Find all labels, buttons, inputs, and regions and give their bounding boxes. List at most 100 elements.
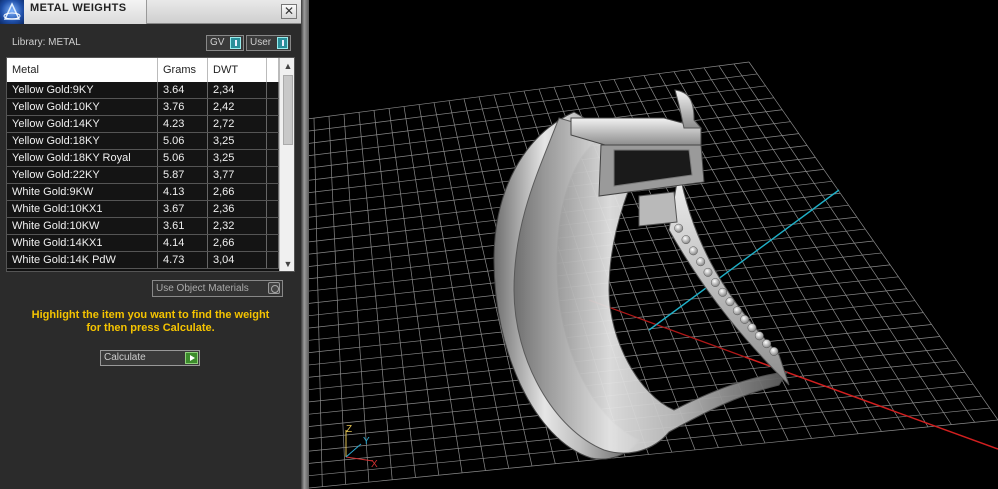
use-object-materials-toggle[interactable]: Use Object Materials xyxy=(152,280,283,297)
cell-extra xyxy=(267,167,279,183)
table-row[interactable]: Yellow Gold:9KY 3.64 2,34 xyxy=(7,82,279,99)
pave-stone xyxy=(732,306,742,316)
close-icon[interactable]: ✕ xyxy=(281,4,297,19)
panel-title: METAL WEIGHTS xyxy=(30,2,127,14)
gv-toggle[interactable]: GV xyxy=(206,35,244,51)
cell-extra xyxy=(267,133,279,149)
table-row[interactable]: Yellow Gold:22KY 5.87 3,77 xyxy=(7,167,279,184)
toggle-switch-icon xyxy=(277,37,288,49)
calculate-label: Calculate xyxy=(104,352,146,363)
cell-extra xyxy=(267,99,279,115)
cell-metal: White Gold:9KW xyxy=(7,184,158,200)
cell-metal: White Gold:14K PdW xyxy=(7,252,158,268)
use-object-materials-label: Use Object Materials xyxy=(156,283,249,294)
cell-grams: 4.23 xyxy=(158,116,208,132)
cell-grams: 3.61 xyxy=(158,218,208,234)
viewport-canvas[interactable]: Z Y X xyxy=(309,0,998,489)
cell-metal: Yellow Gold:9KY xyxy=(7,82,158,98)
pave-stone xyxy=(710,278,720,287)
cell-dwt: 2,66 xyxy=(208,235,267,251)
table-header: Metal Grams DWT xyxy=(7,58,279,82)
toggle-switch-icon xyxy=(230,37,241,49)
cell-grams: 5.06 xyxy=(158,150,208,166)
cell-extra xyxy=(267,82,279,98)
pave-stone xyxy=(747,323,757,333)
pave-stone xyxy=(725,297,735,307)
cell-extra xyxy=(267,116,279,132)
table-row[interactable]: Yellow Gold:18KY Royal 5.06 3,25 xyxy=(7,150,279,167)
table-row[interactable]: Yellow Gold:10KY 3.76 2,42 xyxy=(7,99,279,116)
app-logo-icon[interactable] xyxy=(0,0,24,24)
cell-extra xyxy=(267,201,279,217)
pave-stone xyxy=(769,346,779,356)
pave-stone xyxy=(718,287,728,297)
cell-dwt: 2,66 xyxy=(208,184,267,200)
table-row[interactable]: White Gold:10KX1 3.67 2,36 xyxy=(7,201,279,218)
cell-grams: 4.13 xyxy=(158,184,208,200)
pave-stone xyxy=(696,257,706,267)
cell-extra xyxy=(267,235,279,251)
metal-table: Metal Grams DWT Yellow Gold:9KY 3.64 2,34 Y… xyxy=(6,57,295,272)
cell-dwt: 2,36 xyxy=(208,201,267,217)
scroll-thumb[interactable] xyxy=(283,75,293,145)
3d-viewport[interactable]: Z Y X xyxy=(309,0,998,489)
panel-splitter[interactable] xyxy=(301,0,309,489)
grid-line xyxy=(733,63,975,423)
metal-weights-panel: METAL WEIGHTS ✕ Library: METAL GV User M… xyxy=(0,0,301,489)
grid-line xyxy=(748,61,998,421)
table-row[interactable]: White Gold:10KW 3.61 2,32 xyxy=(7,218,279,235)
calculate-button[interactable]: Calculate xyxy=(100,350,200,366)
column-header-metal[interactable]: Metal xyxy=(7,58,158,82)
cell-dwt: 2,34 xyxy=(208,82,267,98)
cell-grams: 3.76 xyxy=(158,99,208,115)
column-header-grams[interactable]: Grams xyxy=(158,58,208,82)
pave-stone xyxy=(762,339,772,349)
pave-stone xyxy=(688,246,698,256)
cell-metal: Yellow Gold:14KY xyxy=(7,116,158,132)
radio-icon xyxy=(268,282,280,294)
gizmo-x-label: X xyxy=(371,459,378,470)
user-toggle-label: User xyxy=(250,37,272,48)
ring-model[interactable] xyxy=(493,89,790,460)
cell-metal: Yellow Gold:22KY xyxy=(7,167,158,183)
pave-stone xyxy=(703,267,713,277)
gv-toggle-label: GV xyxy=(210,37,225,48)
cell-grams: 4.14 xyxy=(158,235,208,251)
cell-extra xyxy=(267,184,279,200)
pave-stone xyxy=(754,331,764,341)
cell-dwt: 3,04 xyxy=(208,252,267,268)
cell-extra xyxy=(267,150,279,166)
panel-titlebar: METAL WEIGHTS ✕ xyxy=(0,0,301,24)
cell-grams: 3.64 xyxy=(158,82,208,98)
gizmo-z-label: Z xyxy=(346,424,352,435)
gizmo-y-label: Y xyxy=(363,436,370,447)
cell-metal: White Gold:14KX1 xyxy=(7,235,158,251)
cell-dwt: 2,42 xyxy=(208,99,267,115)
cell-grams: 5.87 xyxy=(158,167,208,183)
instruction-line-2: for then press Calculate. xyxy=(86,322,215,334)
cell-grams: 4.73 xyxy=(158,252,208,268)
table-row[interactable]: Yellow Gold:18KY 5.06 3,25 xyxy=(7,133,279,150)
cell-metal: Yellow Gold:18KY xyxy=(7,133,158,149)
cell-extra xyxy=(267,218,279,234)
cell-extra xyxy=(267,252,279,268)
user-toggle[interactable]: User xyxy=(246,35,291,51)
scroll-up-icon[interactable]: ▲ xyxy=(283,61,293,71)
cell-dwt: 2,72 xyxy=(208,116,267,132)
table-row[interactable]: Yellow Gold:14KY 4.23 2,72 xyxy=(7,116,279,133)
cell-metal: Yellow Gold:10KY xyxy=(7,99,158,115)
table-row[interactable]: White Gold:14K PdW 4.73 3,04 xyxy=(7,252,279,269)
column-header-dwt[interactable]: DWT xyxy=(208,58,267,82)
cell-metal: Yellow Gold:18KY Royal xyxy=(7,150,158,166)
cell-dwt: 3,25 xyxy=(208,133,267,149)
cell-metal: White Gold:10KW xyxy=(7,218,158,234)
scroll-down-icon[interactable]: ▼ xyxy=(283,259,293,269)
cell-metal: White Gold:10KX1 xyxy=(7,201,158,217)
table-row[interactable]: White Gold:9KW 4.13 2,66 xyxy=(7,184,279,201)
grid-line xyxy=(703,67,929,428)
pave-stone xyxy=(674,223,684,233)
table-scrollbar[interactable]: ▲ ▼ xyxy=(279,58,294,271)
table-row[interactable]: White Gold:14KX1 4.14 2,66 xyxy=(7,235,279,252)
cell-dwt: 3,77 xyxy=(208,167,267,183)
instruction-text: Highlight the item you want to find the … xyxy=(10,309,291,335)
